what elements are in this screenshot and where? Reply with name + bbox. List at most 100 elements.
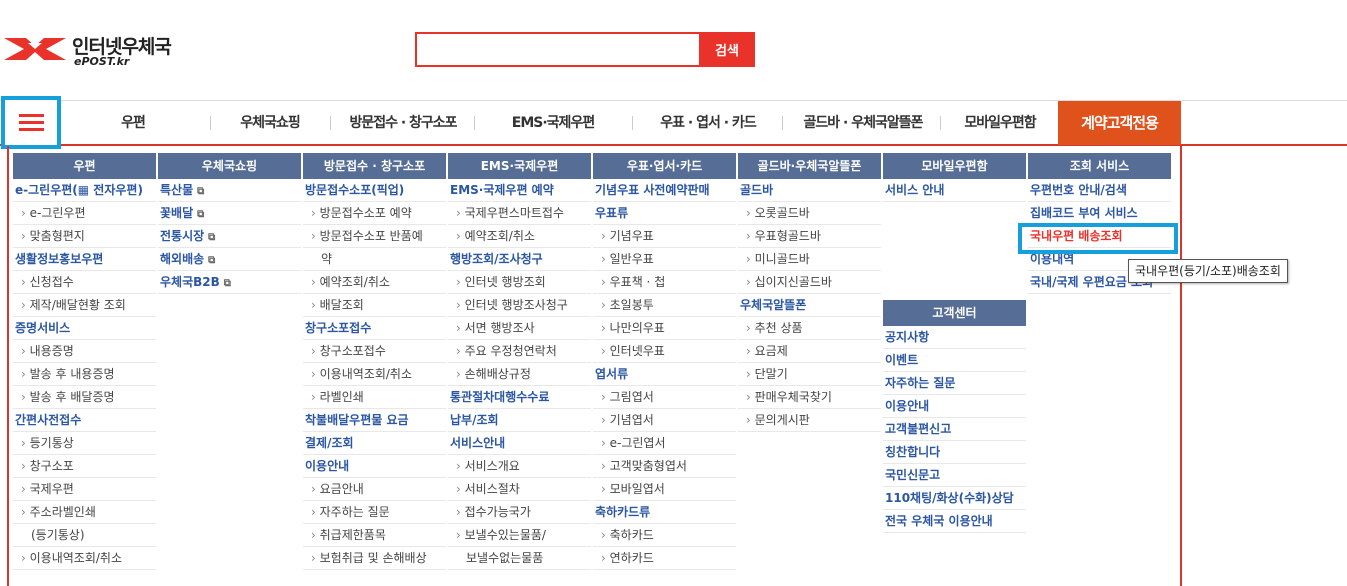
menu-section-link[interactable]: 이벤트 [883,349,1026,372]
menu-link[interactable]: 이용내역조회/취소 [13,547,156,570]
menu-link[interactable]: 십이지신골드바 [738,271,881,294]
menu-section-link[interactable]: 우편번호 안내/검색 [1028,179,1171,202]
menu-link[interactable]: 미니골드바 [738,248,881,271]
menu-section-link[interactable]: 엽서류 [593,363,736,386]
menu-column-header[interactable]: 고객센터 [883,300,1026,326]
menu-link[interactable]: 발송 후 배달증명 [13,386,156,409]
menu-link[interactable]: 등기통상 [13,432,156,455]
menu-link[interactable]: 예약조회/취소 [448,225,591,248]
menu-link[interactable]: 인터넷 행방조회 [448,271,591,294]
menu-link[interactable]: 신청접수 [13,271,156,294]
menu-section-link[interactable]: 납부/조회 [448,409,591,432]
menu-link[interactable]: 방문접수소포 반품예 [303,225,446,248]
menu-link[interactable]: 문의게시판 [738,409,881,432]
menu-section-link[interactable]: 통관절차대행수수료 [448,386,591,409]
menu-section-link[interactable]: 축하카드류 [593,501,736,524]
menu-section-link[interactable]: 증명서비스 [13,317,156,340]
menu-link[interactable]: 고객맞춤형엽서 [593,455,736,478]
menu-link[interactable]: 라벨인쇄 [303,386,446,409]
menu-link[interactable]: 발송 후 내용증명 [13,363,156,386]
menu-link[interactable]: 연하카드 [593,547,736,570]
menu-section-link[interactable]: 방문접수소포(픽업) [303,179,446,202]
menu-section-link[interactable]: 서비스 안내 [883,179,1026,202]
menu-link[interactable]: 서비스개요 [448,455,591,478]
menu-column-header[interactable]: 골드바·우체국알뜰폰 [738,153,881,179]
menu-section-link[interactable]: 결제/조회 [303,432,446,455]
menu-link[interactable]: 자주하는 질문 [303,501,446,524]
menu-section-link[interactable]: 우표류 [593,202,736,225]
menu-section-link[interactable]: 기념우표 사전예약판매 [593,179,736,202]
menu-link[interactable]: 이용내역조회/취소 [303,363,446,386]
menu-link[interactable]: 일반우표 [593,248,736,271]
menu-link[interactable]: 손해배상규정 [448,363,591,386]
menu-link[interactable]: 접수가능국가 [448,501,591,524]
menu-section-link[interactable]: 공지사항 [883,326,1026,349]
menu-section-link[interactable]: 고객불편신고 [883,418,1026,441]
menu-section-link[interactable]: 착불배달우편물 요금 [303,409,446,432]
menu-link[interactable]: 주요 우정청연락처 [448,340,591,363]
menu-section-link[interactable]: EMS·국제우편 예약 [448,179,591,202]
menu-section-link[interactable]: 서비스안내 [448,432,591,455]
menu-section-link[interactable]: 행방조회/조사청구 [448,248,591,271]
menu-link[interactable]: 내용증명 [13,340,156,363]
menu-column-header[interactable]: 우표·엽서·카드 [593,153,736,179]
gnb-item-goldbar[interactable]: 골드바 · 우체국알뜰폰 [794,101,932,145]
menu-section-link[interactable]: e-그린우편(▦ 전자우편) [13,179,156,202]
gnb-item-stamps[interactable]: 우표 · 엽서 · 카드 [648,101,768,145]
menu-link[interactable]: 오롯골드바 [738,202,881,225]
menu-section-link[interactable]: 집배코드 부여 서비스 [1028,202,1171,225]
menu-link[interactable]: 초일봉투 [593,294,736,317]
gnb-item-mobile-mailbox[interactable]: 모바일우편함 [950,101,1050,145]
menu-link[interactable]: 취급제한품목 [303,524,446,547]
gnb-item-ems[interactable]: EMS·국제우편 [498,101,608,145]
menu-link[interactable]: 서면 행방조사 [448,317,591,340]
menu-section-link[interactable]: 꽃배달 ⧉ [158,202,301,225]
menu-section-link[interactable]: 우체국알뜰폰 [738,294,881,317]
menu-section-link[interactable]: 우체국B2B ⧉ [158,271,301,294]
menu-link[interactable]: 보낼수있는물품/ [448,524,591,547]
menu-link[interactable]: 인터넷 행방조사청구 [448,294,591,317]
menu-link[interactable]: 주소라벨인쇄 [13,501,156,524]
menu-link[interactable]: 보험취급 및 손해배상 [303,547,446,570]
search-input[interactable] [415,32,699,67]
search-button[interactable]: 검색 [699,32,755,67]
menu-section-link[interactable]: 국민신문고 [883,464,1026,487]
menu-section-link[interactable]: 칭찬합니다 [883,441,1026,464]
menu-link[interactable]: 서비스절차 [448,478,591,501]
menu-column-header[interactable]: 우편 [13,153,156,179]
menu-section-link[interactable]: 110채팅/화상(수화)상담 [883,487,1026,510]
menu-link[interactable]: 판매우체국찾기 [738,386,881,409]
menu-link[interactable]: 기념엽서 [593,409,736,432]
epost-logo[interactable]: 인터넷우체국 ePOST.kr [4,30,194,70]
gnb-item-shopping[interactable]: 우체국쇼핑 [225,101,315,145]
hamburger-menu-button[interactable] [1,96,61,149]
menu-link[interactable]: e-그린엽서 [593,432,736,455]
menu-column-header[interactable]: EMS·국제우편 [448,153,591,179]
menu-link[interactable]: 기념우표 [593,225,736,248]
menu-section-link[interactable]: 전국 우체국 이용안내 [883,510,1026,533]
menu-section-link[interactable]: 전통시장 ⧉ [158,225,301,248]
menu-link[interactable]: 창구소포 [13,455,156,478]
menu-section-link[interactable]: 해외배송 ⧉ [158,248,301,271]
menu-link[interactable]: 단말기 [738,363,881,386]
menu-section-link[interactable]: 골드바 [738,179,881,202]
gnb-item-visit-parcel[interactable]: 방문접수 · 창구소포 [338,101,468,145]
menu-link[interactable]: 나만의우표 [593,317,736,340]
menu-link[interactable]: 창구소포접수 [303,340,446,363]
menu-section-link[interactable]: 간편사전접수 [13,409,156,432]
menu-link[interactable]: 제작/배달현황 조회 [13,294,156,317]
menu-link[interactable]: 국제우편스마트접수 [448,202,591,225]
menu-column-header[interactable]: 우체국쇼핑 [158,153,301,179]
menu-section-link[interactable]: 특산물 ⧉ [158,179,301,202]
menu-link[interactable]: 우표책 · 첩 [593,271,736,294]
menu-link[interactable]: 배달조회 [303,294,446,317]
menu-link[interactable]: 예약조회/취소 [303,271,446,294]
menu-link[interactable]: 축하카드 [593,524,736,547]
gnb-item-mail[interactable]: 우편 [104,101,162,145]
menu-section-link[interactable]: 창구소포접수 [303,317,446,340]
menu-link[interactable]: 추천 상품 [738,317,881,340]
menu-column-header[interactable]: 모바일우편함 [883,153,1026,179]
menu-link[interactable]: 그림엽서 [593,386,736,409]
menu-link[interactable]: 방문접수소포 예약 [303,202,446,225]
menu-link[interactable]: 모바일엽서 [593,478,736,501]
